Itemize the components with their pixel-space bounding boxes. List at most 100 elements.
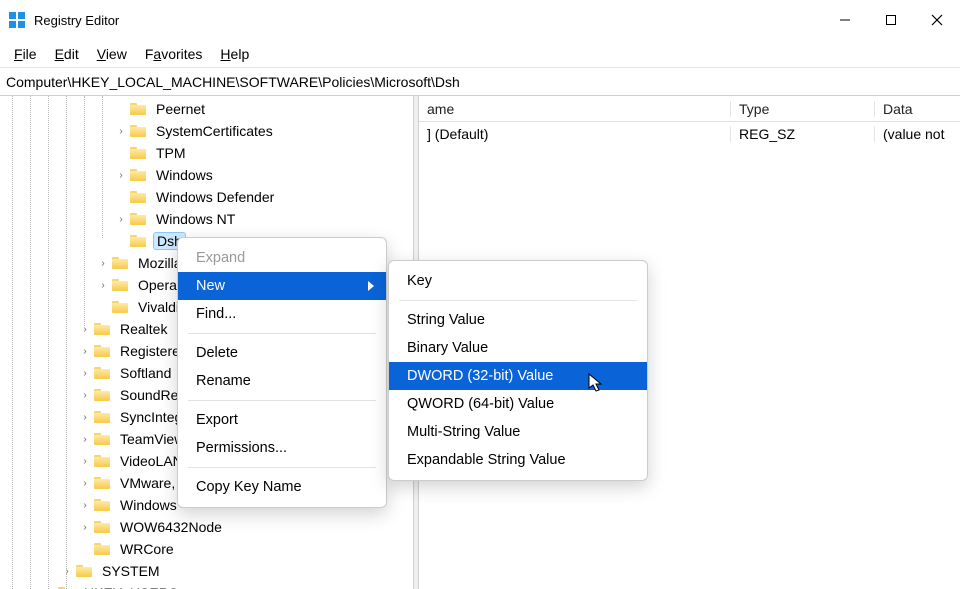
folder-icon [130, 212, 148, 226]
menu-separator [188, 333, 376, 334]
tree-item-label: Windows NT [154, 211, 237, 227]
address-bar[interactable]: Computer\HKEY_LOCAL_MACHINE\SOFTWARE\Pol… [0, 68, 960, 96]
menubar: File Edit View Favorites Help [0, 40, 960, 68]
tree-item-label: SystemCertificates [154, 123, 275, 139]
folder-icon [94, 322, 112, 336]
ctx-item[interactable]: Find... [178, 300, 386, 328]
ctx-item[interactable]: New [178, 272, 386, 300]
menu-favorites[interactable]: Favorites [137, 44, 211, 64]
col-header-data[interactable]: Data [875, 101, 960, 117]
chevron-icon[interactable]: › [96, 278, 110, 292]
minimize-button[interactable] [822, 0, 868, 40]
ctx-new-item[interactable]: Binary Value [389, 334, 647, 362]
folder-icon [130, 146, 148, 160]
chevron-icon[interactable]: › [78, 388, 92, 402]
chevron-icon[interactable]: › [78, 454, 92, 468]
chevron-icon [96, 300, 110, 314]
chevron-icon[interactable]: › [78, 322, 92, 336]
chevron-icon[interactable]: › [78, 520, 92, 534]
chevron-icon [114, 102, 128, 116]
list-row[interactable]: ] (Default)REG_SZ(value not [419, 122, 960, 146]
cell-data: (value not [875, 126, 960, 142]
menu-edit[interactable]: Edit [47, 44, 87, 64]
address-path: Computer\HKEY_LOCAL_MACHINE\SOFTWARE\Pol… [6, 74, 460, 90]
cursor-icon [588, 373, 604, 393]
chevron-icon[interactable]: › [78, 498, 92, 512]
tree-item[interactable]: TPM [0, 142, 413, 164]
folder-icon [130, 102, 148, 116]
menu-separator [188, 467, 376, 468]
chevron-icon[interactable]: › [78, 366, 92, 380]
ctx-item[interactable]: Export [178, 406, 386, 434]
tree-item[interactable]: › Windows NT [0, 208, 413, 230]
ctx-item[interactable]: Copy Key Name [178, 473, 386, 501]
ctx-item[interactable]: Permissions... [178, 434, 386, 462]
folder-icon [94, 432, 112, 446]
ctx-new-item[interactable]: Expandable String Value [389, 446, 647, 474]
col-header-name[interactable]: ame [419, 101, 731, 117]
ctx-new-item[interactable]: Multi-String Value [389, 418, 647, 446]
cell-type: REG_SZ [731, 126, 875, 142]
tree-item[interactable]: › WOW6432Node [0, 516, 413, 538]
menu-separator [188, 400, 376, 401]
close-button[interactable] [914, 0, 960, 40]
folder-icon [94, 542, 112, 556]
cell-name: ] (Default) [419, 126, 731, 142]
ctx-new-item[interactable]: Key [389, 267, 647, 295]
window-title: Registry Editor [34, 13, 119, 28]
titlebar: Registry Editor [0, 0, 960, 40]
tree-item-label: WOW6432Node [118, 519, 224, 535]
tree-item[interactable]: ›HKEY_USERS [0, 582, 413, 589]
tree-item-label: HKEY_USERS [82, 585, 180, 589]
menu-help[interactable]: Help [212, 44, 257, 64]
ctx-item[interactable]: Rename [178, 367, 386, 395]
tree-item-label: Opera [136, 277, 179, 293]
tree-item-label: WRCore [118, 541, 176, 557]
chevron-icon[interactable]: › [96, 256, 110, 270]
tree-item[interactable]: Peernet [0, 98, 413, 120]
menu-file[interactable]: File [6, 44, 45, 64]
chevron-icon[interactable]: › [78, 432, 92, 446]
folder-icon [94, 388, 112, 402]
tree-item[interactable]: › SYSTEM [0, 560, 413, 582]
chevron-icon[interactable]: › [78, 344, 92, 358]
context-menu: ExpandNewFind...DeleteRenameExportPermis… [177, 237, 387, 508]
ctx-new-item[interactable]: DWORD (32-bit) Value [389, 362, 647, 390]
folder-icon [112, 278, 130, 292]
tree-item-label: Peernet [154, 101, 207, 117]
chevron-icon[interactable]: › [114, 124, 128, 138]
tree-item[interactable]: WRCore [0, 538, 413, 560]
folder-icon [94, 498, 112, 512]
ctx-item[interactable]: Delete [178, 339, 386, 367]
folder-icon [130, 168, 148, 182]
chevron-icon[interactable]: › [60, 564, 74, 578]
tree-item-label: SYSTEM [100, 563, 162, 579]
maximize-button[interactable] [868, 0, 914, 40]
chevron-icon [114, 190, 128, 204]
chevron-icon [114, 234, 128, 248]
folder-icon [130, 234, 148, 248]
tree-item[interactable]: Windows Defender [0, 186, 413, 208]
folder-icon [112, 256, 130, 270]
chevron-icon[interactable]: › [114, 212, 128, 226]
folder-icon [130, 124, 148, 138]
ctx-new-item[interactable]: String Value [389, 306, 647, 334]
tree-item-label: Windows Defender [154, 189, 276, 205]
chevron-icon[interactable]: › [114, 168, 128, 182]
context-submenu-new: Key String ValueBinary ValueDWORD (32-bit… [388, 260, 648, 481]
folder-icon [94, 366, 112, 380]
folder-icon [130, 190, 148, 204]
menu-view[interactable]: View [89, 44, 135, 64]
window-controls [822, 0, 960, 40]
tree-item[interactable]: › SystemCertificates [0, 120, 413, 142]
folder-icon [94, 454, 112, 468]
chevron-icon[interactable]: › [78, 410, 92, 424]
chevron-icon[interactable]: › [78, 476, 92, 490]
ctx-new-item[interactable]: QWORD (64-bit) Value [389, 390, 647, 418]
col-header-type[interactable]: Type [731, 101, 875, 117]
tree-item[interactable]: ›Windows [0, 164, 413, 186]
tree-item-label: TPM [154, 145, 188, 161]
list-body: ] (Default)REG_SZ(value not [419, 122, 960, 146]
tree-item-label: Windows [118, 497, 179, 513]
menu-separator [399, 300, 637, 301]
